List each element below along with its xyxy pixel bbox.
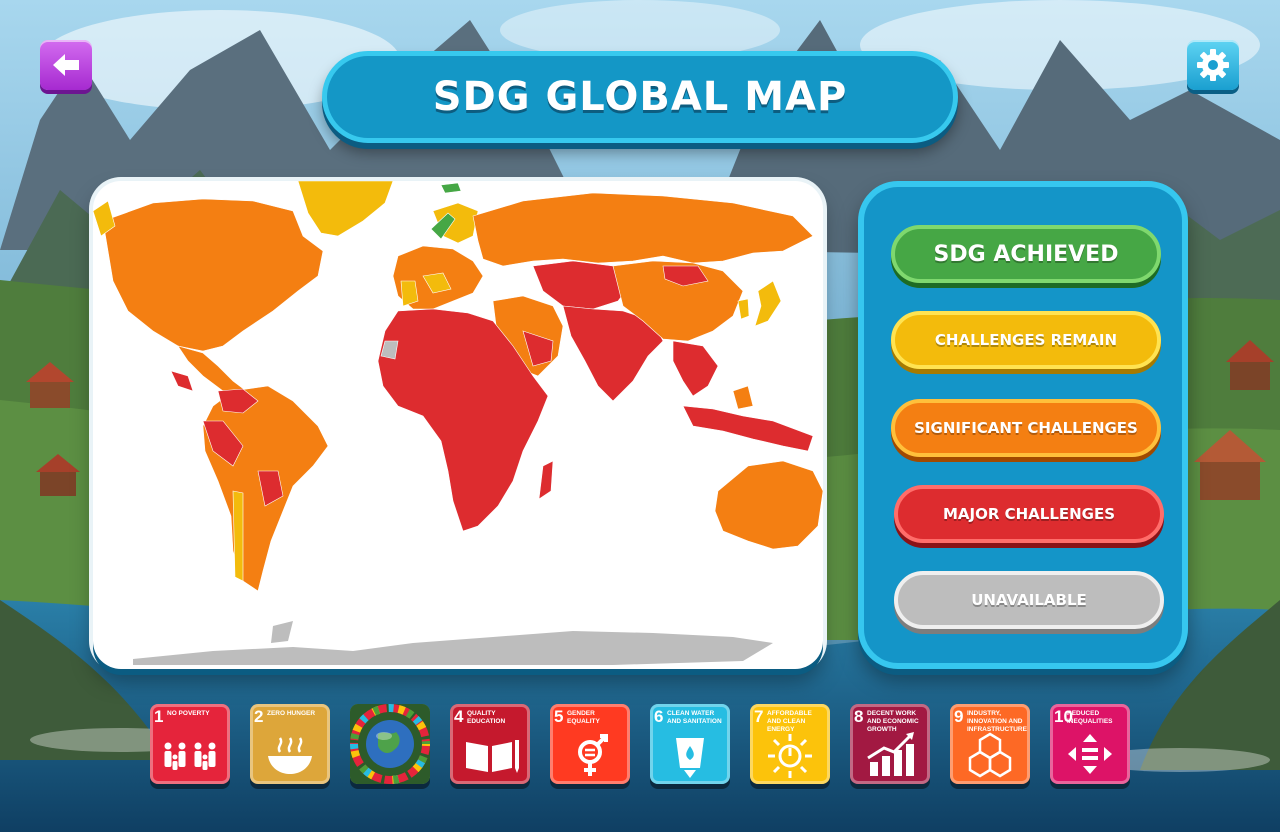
water-glass-icon xyxy=(676,738,704,778)
settings-button[interactable] xyxy=(1187,40,1239,90)
back-button[interactable] xyxy=(40,40,92,90)
book-pencil-icon xyxy=(466,740,519,773)
back-arrow-icon xyxy=(53,54,79,76)
family-icon xyxy=(164,742,216,770)
sdg-tile-1[interactable]: 1 NO POVERTY xyxy=(150,704,230,784)
gear-icon xyxy=(1197,49,1229,81)
cubes-icon xyxy=(968,732,1012,778)
map-region-chile[interactable] xyxy=(232,490,244,582)
map-region-japan[interactable] xyxy=(754,280,782,327)
map-region-greenland[interactable] xyxy=(297,181,394,237)
sdg-globe-wheel-icon xyxy=(350,704,430,784)
gender-equality-icon xyxy=(578,734,608,776)
legend-label: UNAVAILABLE xyxy=(971,591,1087,609)
page-title-banner: SDG GLOBAL MAP xyxy=(322,51,958,143)
world-map xyxy=(93,181,823,665)
legend-challenges-remain-button[interactable]: CHALLENGES REMAIN xyxy=(891,311,1161,369)
map-region-antarctica[interactable] xyxy=(133,631,773,665)
map-region-haiti-honduras[interactable] xyxy=(170,370,194,392)
game-screen: SDG GLOBAL MAP SDG ACHIEVED CHALLENGES R… xyxy=(0,0,1280,832)
sun-power-icon xyxy=(768,734,812,778)
legend-major-challenges-button[interactable]: MAJOR CHALLENGES xyxy=(894,485,1164,543)
sdg-tile-9[interactable]: 9 INDUSTRY, INNOVATION AND INFRASTRUCTUR… xyxy=(950,704,1030,784)
sdg-tile-7[interactable]: 7 AFFORDABLE AND CLEAN ENERGY xyxy=(750,704,830,784)
sdg-goal-tiles: 1 NO POVERTY 2 ZERO HUNGER 4 QUALITY EDU… xyxy=(150,704,1140,790)
legend-panel: SDG ACHIEVED CHALLENGES REMAIN SIGNIFICA… xyxy=(858,181,1188,669)
legend-unavailable-button[interactable]: UNAVAILABLE xyxy=(894,571,1164,629)
page-title: SDG GLOBAL MAP xyxy=(432,74,848,120)
legend-label: MAJOR CHALLENGES xyxy=(942,505,1116,523)
map-region-philippines[interactable] xyxy=(732,385,754,410)
legend-label: SIGNIFICANT CHALLENGES xyxy=(914,419,1138,437)
map-region-svalbard[interactable] xyxy=(440,182,462,194)
map-region-southeast-asia[interactable] xyxy=(672,340,719,397)
sdg-tile-10[interactable]: 10 REDUCED INEQUALITIES xyxy=(1050,704,1130,784)
sdg-tile-2[interactable]: 2 ZERO HUNGER xyxy=(250,704,330,784)
map-region-indonesia[interactable] xyxy=(682,405,814,452)
map-region-russia[interactable] xyxy=(472,192,814,267)
map-region-antarctic-peninsula[interactable] xyxy=(271,621,293,643)
legend-label: CHALLENGES REMAIN xyxy=(934,331,1118,349)
map-region-australia[interactable] xyxy=(714,460,823,550)
legend-sdg-achieved-button[interactable]: SDG ACHIEVED xyxy=(891,225,1161,283)
legend-significant-challenges-button[interactable]: SIGNIFICANT CHALLENGES xyxy=(891,399,1161,457)
legend-label: SDG ACHIEVED xyxy=(933,241,1119,267)
sdg-tile-5[interactable]: 5 GENDER EQUALITY xyxy=(550,704,630,784)
map-region-madagascar[interactable] xyxy=(538,460,554,500)
map-region-north-america[interactable] xyxy=(102,198,324,352)
sdg-tile-6[interactable]: 6 CLEAN WATER AND SANITATION xyxy=(650,704,730,784)
sdg-tile-globe[interactable] xyxy=(350,704,430,784)
sdg-tile-4[interactable]: 4 QUALITY EDUCATION xyxy=(450,704,530,784)
map-region-korea[interactable] xyxy=(737,298,750,320)
equality-arrows-icon xyxy=(1068,734,1112,774)
world-map-panel xyxy=(93,181,823,669)
growth-chart-icon xyxy=(867,732,914,776)
sdg-tile-8[interactable]: 8 DECENT WORK AND ECONOMIC GROWTH xyxy=(850,704,930,784)
food-bowl-icon xyxy=(268,737,312,774)
